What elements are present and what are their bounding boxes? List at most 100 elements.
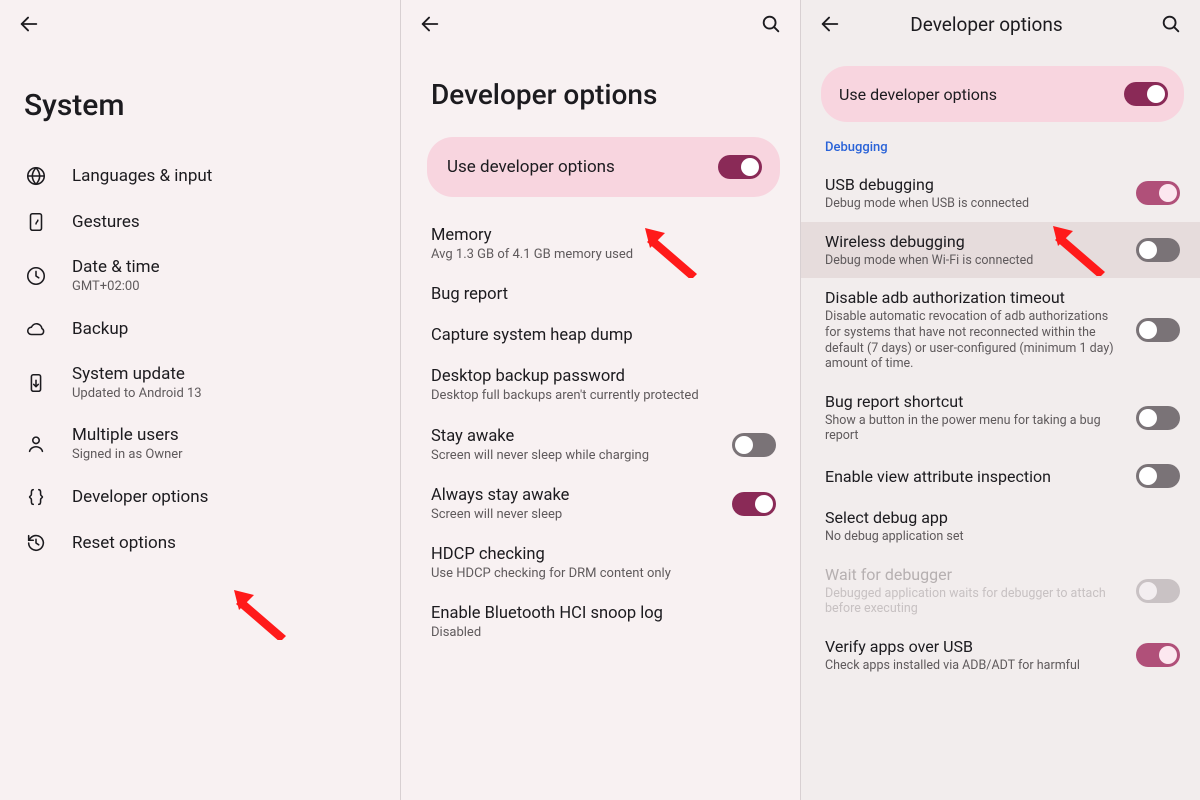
dev-row-desktop-backup-password[interactable]: Desktop backup passwordDesktop full back… bbox=[401, 356, 800, 415]
row-title: Stay awake bbox=[431, 427, 720, 446]
toggle[interactable] bbox=[1136, 406, 1180, 430]
row-subtitle: Check apps installed via ADB/ADT for har… bbox=[825, 658, 1124, 674]
row-subtitle: Desktop full backups aren't currently pr… bbox=[431, 388, 764, 404]
topbar bbox=[0, 0, 400, 48]
row-title: Gestures bbox=[72, 212, 380, 232]
row-text: Wait for debugger Debugged application wa… bbox=[825, 565, 1136, 617]
developer-options-debugging-panel: Developer options Use developer options … bbox=[800, 0, 1200, 800]
row-title: Wait for debugger bbox=[825, 565, 1124, 584]
search-icon[interactable] bbox=[1160, 13, 1182, 35]
debug-row-wireless-debugging[interactable]: Wireless debugging Debug mode when Wi-Fi … bbox=[801, 222, 1200, 279]
use-developer-options-label: Use developer options bbox=[839, 85, 1124, 104]
system-list: Languages & input Gestures Date & time GMT+… bbox=[0, 153, 400, 566]
system-row-date-time[interactable]: Date & time GMT+02:00 bbox=[0, 245, 400, 306]
row-text: Always stay awakeScreen will never sleep bbox=[431, 486, 732, 523]
use-developer-options-toggle[interactable] bbox=[718, 155, 762, 179]
search-icon[interactable] bbox=[760, 13, 782, 35]
dev-row-bug-report[interactable]: Bug report bbox=[401, 274, 800, 315]
row-title: Date & time bbox=[72, 257, 380, 277]
row-subtitle: No debug application set bbox=[825, 529, 1168, 545]
back-arrow-icon[interactable] bbox=[819, 13, 841, 35]
row-text: Select debug app No debug application set bbox=[825, 508, 1180, 545]
toggle[interactable] bbox=[1136, 181, 1180, 205]
row-title: Wireless debugging bbox=[825, 232, 1124, 251]
use-developer-options-row[interactable]: Use developer options bbox=[821, 66, 1184, 122]
row-subtitle: Show a button in the power menu for taki… bbox=[825, 413, 1124, 444]
row-title: Enable Bluetooth HCI snoop log bbox=[431, 604, 764, 623]
topbar bbox=[401, 0, 800, 48]
row-subtitle: Avg 1.3 GB of 4.1 GB memory used bbox=[431, 247, 764, 263]
row-title: Capture system heap dump bbox=[431, 326, 764, 345]
toggle[interactable] bbox=[1136, 238, 1180, 262]
debug-row-enable-view-attribute-inspection[interactable]: Enable view attribute inspection bbox=[801, 454, 1200, 498]
debug-row-wait-for-debugger: Wait for debugger Debugged application wa… bbox=[801, 555, 1200, 627]
row-text: Verify apps over USB Check apps installed… bbox=[825, 637, 1136, 674]
back-arrow-icon[interactable] bbox=[419, 13, 441, 35]
back-arrow-icon[interactable] bbox=[18, 13, 40, 35]
row-title: Languages & input bbox=[72, 166, 380, 186]
dev-row-memory[interactable]: MemoryAvg 1.3 GB of 4.1 GB memory used bbox=[401, 215, 800, 274]
annotation-arrow-icon bbox=[232, 588, 292, 640]
use-developer-options-toggle[interactable] bbox=[1124, 82, 1168, 106]
row-title: Select debug app bbox=[825, 508, 1168, 527]
system-row-backup[interactable]: Backup bbox=[0, 306, 400, 352]
debug-row-verify-apps-over-usb[interactable]: Verify apps over USB Check apps installed… bbox=[801, 627, 1200, 684]
toggle[interactable] bbox=[1136, 464, 1180, 488]
system-row-reset-options[interactable]: Reset options bbox=[0, 520, 400, 566]
system-row-gestures[interactable]: Gestures bbox=[0, 199, 400, 245]
row-subtitle: Disabled bbox=[431, 625, 764, 641]
cloud-icon bbox=[22, 318, 50, 340]
system-settings-panel: System Languages & input Gestures Date & t… bbox=[0, 0, 400, 800]
dev-row-stay-awake[interactable]: Stay awake Screen will never sleep while … bbox=[401, 416, 800, 475]
debug-row-disable-adb-authorization-timeout[interactable]: Disable adb authorization timeoutDisable… bbox=[801, 278, 1200, 382]
row-text: Wireless debugging Debug mode when Wi-Fi … bbox=[825, 232, 1136, 269]
row-text: Languages & input bbox=[72, 166, 380, 186]
row-subtitle: Debug mode when Wi-Fi is connected bbox=[825, 253, 1124, 269]
dev-row-always-stay-awake[interactable]: Always stay awakeScreen will never sleep bbox=[401, 475, 800, 534]
system-row-multiple-users[interactable]: Multiple usersSigned in as Owner bbox=[0, 413, 400, 474]
dev-options-list: MemoryAvg 1.3 GB of 4.1 GB memory used Bu… bbox=[401, 215, 800, 653]
toggle[interactable] bbox=[732, 492, 776, 516]
row-subtitle: Updated to Android 13 bbox=[72, 386, 380, 401]
toggle[interactable] bbox=[732, 433, 776, 457]
row-title: Bug report bbox=[431, 285, 764, 304]
row-title: HDCP checking bbox=[431, 545, 764, 564]
row-text: Enable Bluetooth HCI snoop log Disabled bbox=[431, 604, 776, 641]
row-title: Bug report shortcut bbox=[825, 392, 1124, 411]
dev-row-hdcp-checking[interactable]: HDCP checking Use HDCP checking for DRM c… bbox=[401, 534, 800, 593]
toggle[interactable] bbox=[1136, 579, 1180, 603]
row-title: Backup bbox=[72, 319, 380, 339]
system-row-system-update[interactable]: System updateUpdated to Android 13 bbox=[0, 352, 400, 413]
debug-row-usb-debugging[interactable]: USB debuggingDebug mode when USB is conn… bbox=[801, 165, 1200, 222]
row-subtitle: Screen will never sleep bbox=[431, 507, 720, 523]
row-subtitle: Use HDCP checking for DRM content only bbox=[431, 566, 764, 582]
system-row-developer-options[interactable]: Developer options bbox=[0, 474, 400, 520]
row-text: Bug report shortcut Show a button in the … bbox=[825, 392, 1136, 444]
debug-row-bug-report-shortcut[interactable]: Bug report shortcut Show a button in the … bbox=[801, 382, 1200, 454]
system-row-languages-input[interactable]: Languages & input bbox=[0, 153, 400, 199]
dev-row-capture-system-heap-dump[interactable]: Capture system heap dump bbox=[401, 315, 800, 356]
row-title: Disable adb authorization timeout bbox=[825, 288, 1124, 307]
page-title: Developer options bbox=[401, 48, 800, 137]
row-subtitle: GMT+02:00 bbox=[72, 279, 380, 294]
row-text: Reset options bbox=[72, 533, 380, 553]
row-subtitle: Screen will never sleep while charging bbox=[431, 448, 720, 464]
debug-row-select-debug-app[interactable]: Select debug app No debug application set bbox=[801, 498, 1200, 555]
dev-row-enable-bluetooth-hci-snoop-log[interactable]: Enable Bluetooth HCI snoop log Disabled bbox=[401, 593, 800, 652]
row-title: Reset options bbox=[72, 533, 380, 553]
row-title: Multiple users bbox=[72, 425, 380, 445]
toggle[interactable] bbox=[1136, 643, 1180, 667]
row-text: HDCP checking Use HDCP checking for DRM c… bbox=[431, 545, 776, 582]
section-header-debugging: Debugging bbox=[801, 136, 1200, 165]
page-title: System bbox=[0, 48, 400, 153]
row-title: Developer options bbox=[72, 487, 380, 507]
row-subtitle: Debug mode when USB is connected bbox=[825, 196, 1124, 212]
row-title: Verify apps over USB bbox=[825, 637, 1124, 656]
use-developer-options-row[interactable]: Use developer options bbox=[427, 137, 780, 197]
history-icon bbox=[22, 532, 50, 554]
toggle[interactable] bbox=[1136, 318, 1180, 342]
row-text: Date & time GMT+02:00 bbox=[72, 257, 380, 294]
row-text: Desktop backup passwordDesktop full back… bbox=[431, 367, 776, 404]
row-text: Disable adb authorization timeoutDisable… bbox=[825, 288, 1136, 372]
row-subtitle: Debugged application waits for debugger … bbox=[825, 586, 1124, 617]
